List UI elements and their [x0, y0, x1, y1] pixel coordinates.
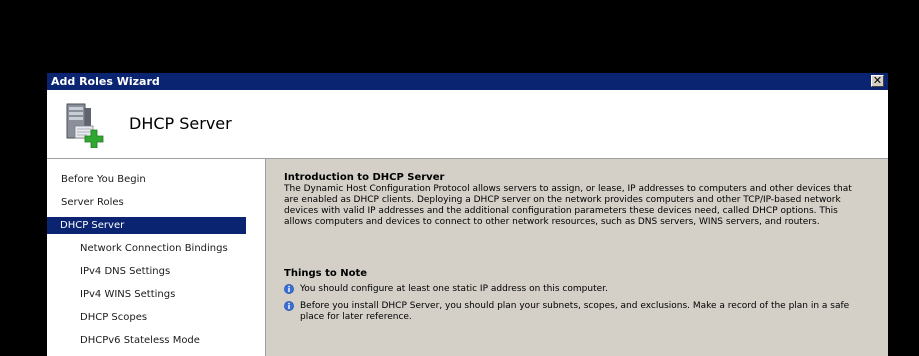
info-icon — [284, 301, 294, 311]
wizard-header: DHCP Server — [47, 90, 888, 159]
close-button[interactable]: ✕ — [871, 75, 884, 87]
info-icon — [284, 284, 294, 294]
window-title: Add Roles Wizard — [51, 75, 160, 88]
intro-heading: Introduction to DHCP Server — [284, 172, 445, 183]
things-to-note-heading: Things to Note — [284, 268, 368, 279]
server-add-icon — [66, 103, 104, 148]
close-icon: ✕ — [872, 74, 883, 87]
nav-item-network-connection-bindings[interactable]: Network Connection Bindings — [80, 240, 228, 257]
nav-item-dhcp-server[interactable]: DHCP Server — [47, 217, 246, 234]
nav-item-dhcpv6-stateless-mode[interactable]: DHCPv6 Stateless Mode — [80, 332, 200, 349]
intro-body: The Dynamic Host Configuration Protocol … — [284, 184, 852, 227]
wizard-steps-nav: Before You Begin Server Roles DHCP Serve… — [47, 159, 266, 356]
title-bar[interactable]: Add Roles Wizard ✕ — [47, 73, 888, 90]
note-item: You should configure at least one static… — [284, 284, 864, 296]
nav-item-server-roles[interactable]: Server Roles — [61, 194, 124, 211]
note-text: You should configure at least one static… — [300, 284, 608, 294]
add-roles-wizard-window: Add Roles Wizard ✕ DHCP Server Before Yo… — [47, 73, 888, 356]
nav-item-dhcp-scopes[interactable]: DHCP Scopes — [80, 309, 147, 326]
nav-item-ipv4-dns-settings[interactable]: IPv4 DNS Settings — [80, 263, 170, 280]
nav-item-before-you-begin[interactable]: Before You Begin — [61, 171, 146, 188]
nav-item-ipv4-wins-settings[interactable]: IPv4 WINS Settings — [80, 286, 175, 303]
page-title: DHCP Server — [129, 114, 232, 133]
wizard-content: Introduction to DHCP Server The Dynamic … — [266, 159, 888, 356]
note-text: Before you install DHCP Server, you shou… — [300, 301, 850, 322]
note-item: Before you install DHCP Server, you shou… — [284, 301, 864, 325]
